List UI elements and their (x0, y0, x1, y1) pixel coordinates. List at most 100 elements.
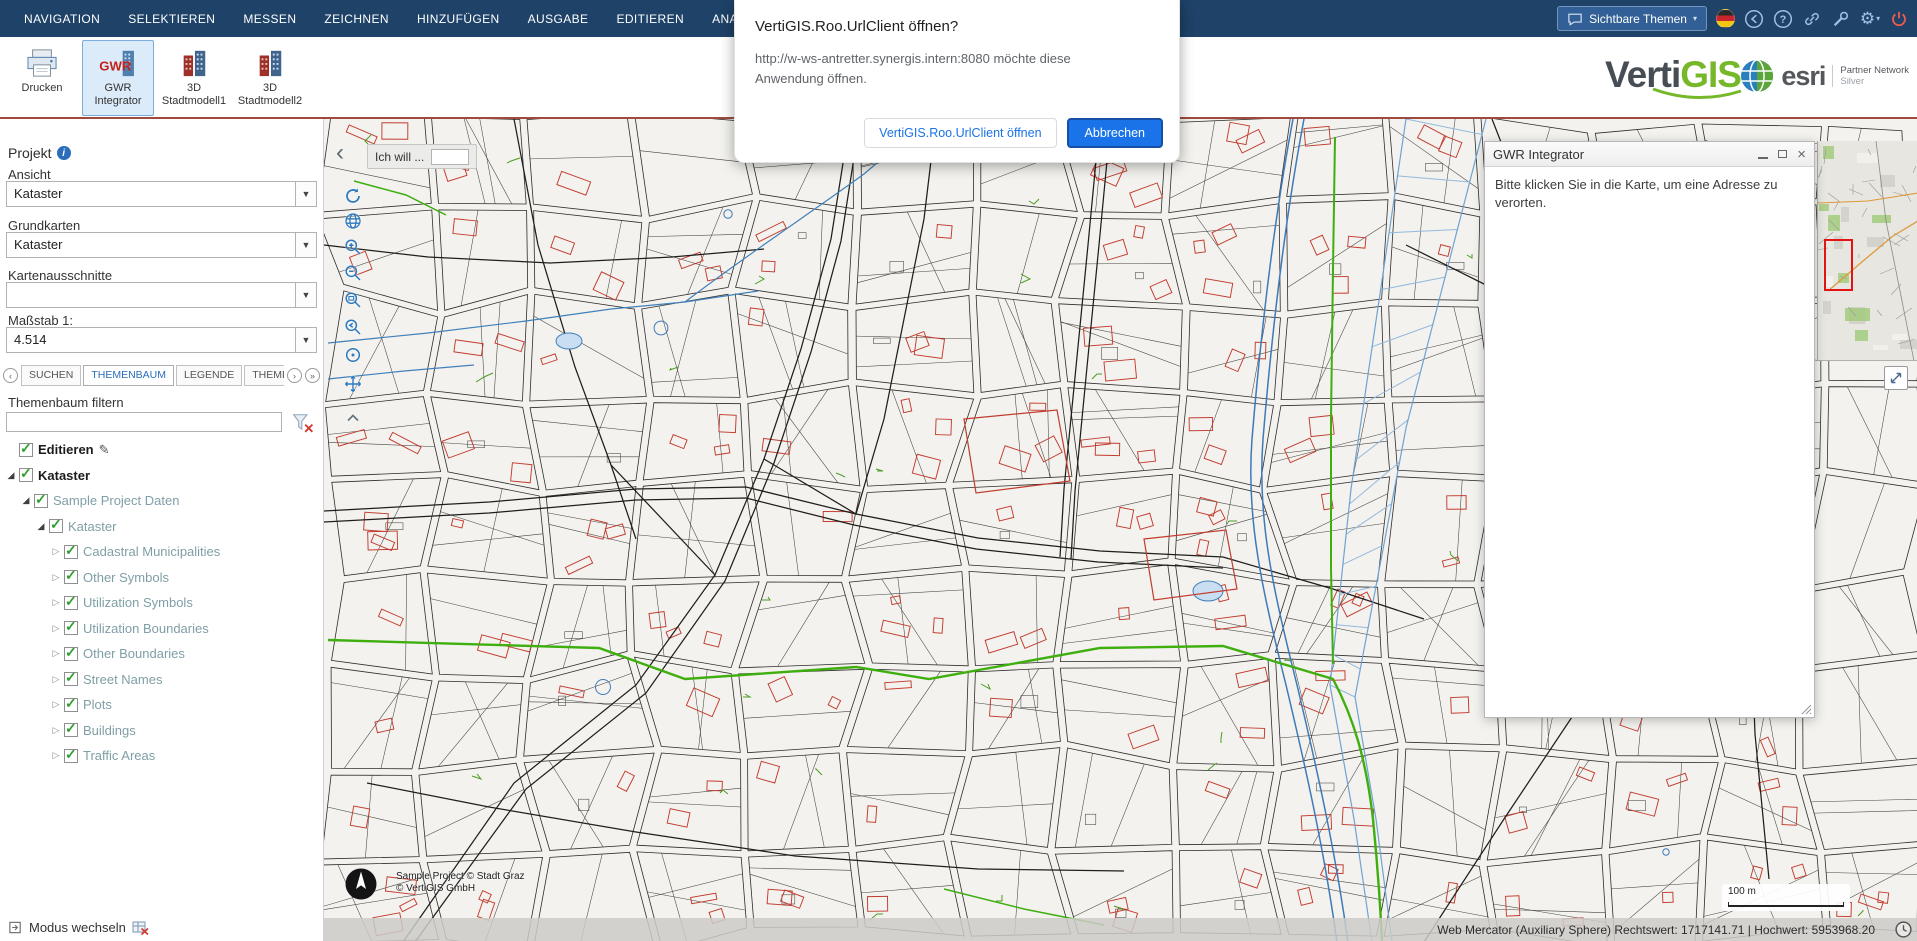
filter-clear-icon[interactable] (292, 413, 314, 433)
tree-item-traffic-areas[interactable]: ▷✓Traffic Areas (0, 743, 323, 769)
mode-switch-label[interactable]: Modus wechseln (29, 920, 126, 935)
tree-item-buildings[interactable]: ▷✓Buildings (0, 718, 323, 744)
ansicht-dropdown[interactable]: Kataster▼ (6, 181, 317, 207)
kartenausschnitte-dropdown[interactable]: ▼ (6, 282, 317, 308)
ribbon-tool-3d-stadtmodell2[interactable]: 3D Stadtmodell2 (234, 40, 306, 116)
tab-themen[interactable]: THEMEN (244, 365, 284, 386)
refresh-icon[interactable] (343, 186, 365, 208)
checkbox-checked-icon[interactable]: ✓ (64, 596, 78, 610)
checkbox-checked-icon[interactable]: ✓ (64, 749, 78, 763)
zoom-in-icon[interactable] (343, 237, 365, 259)
collapse-up-icon[interactable] (343, 408, 365, 430)
resize-grip-icon[interactable] (1800, 703, 1812, 715)
help-icon[interactable]: ? (1773, 9, 1793, 29)
tree-expander-icon[interactable]: ▷ (50, 725, 62, 736)
german-flag-icon[interactable] (1716, 9, 1735, 28)
ribbon-tool-3d-stadtmodell1[interactable]: 3D Stadtmodell1 (158, 40, 230, 116)
tab-overflow-icon[interactable]: » (305, 368, 320, 383)
massstab-dropdown[interactable]: 4.514▼ (6, 327, 317, 353)
checkbox-checked-icon[interactable]: ✓ (64, 570, 78, 584)
ribbon-tool-gwr-integrator[interactable]: GWRGWR Integrator (82, 40, 154, 116)
center-icon[interactable] (343, 345, 365, 367)
info-icon[interactable]: i (57, 146, 71, 160)
compass-north-icon[interactable] (344, 867, 378, 901)
globe-icon[interactable] (343, 211, 365, 233)
edit-icon[interactable]: ✎ (99, 442, 110, 458)
power-icon[interactable] (1889, 9, 1909, 29)
minimize-icon[interactable] (1758, 157, 1768, 159)
zoom-out-icon[interactable] (343, 263, 365, 285)
gwr-panel-titlebar[interactable]: GWR Integrator × (1485, 142, 1814, 167)
themetree-filter-input[interactable] (6, 412, 282, 432)
checkbox-checked-icon[interactable]: ✓ (64, 545, 78, 559)
tree-expander-icon[interactable]: ▷ (50, 623, 62, 634)
tree-item-other-boundaries[interactable]: ▷✓Other Boundaries (0, 641, 323, 667)
checkbox-checked-icon[interactable]: ✓ (34, 494, 48, 508)
tree-item-plots[interactable]: ▷✓Plots (0, 692, 323, 718)
menu-item-zeichnen[interactable]: ZEICHNEN (310, 0, 403, 37)
tree-item-other-symbols[interactable]: ▷✓Other Symbols (0, 565, 323, 591)
tree-expander-icon[interactable]: ▷ (50, 648, 62, 659)
zoom-window-icon[interactable] (343, 290, 365, 312)
menu-item-navigation[interactable]: NAVIGATION (10, 0, 114, 37)
tab-themenbaum[interactable]: THEMENBAUM (83, 365, 174, 386)
tree-item-utilization-symbols[interactable]: ▷✓Utilization Symbols (0, 590, 323, 616)
menu-item-ausgabe[interactable]: AUSGABE (514, 0, 603, 37)
tree-expander-icon[interactable]: ▷ (50, 597, 62, 608)
tab-legende[interactable]: LEGENDE (176, 365, 242, 386)
kartenausschnitte-label: Kartenausschnitte (8, 268, 112, 283)
menu-item-messen[interactable]: MESSEN (229, 0, 310, 37)
checkbox-checked-icon[interactable]: ✓ (19, 468, 33, 482)
checkbox-checked-icon[interactable]: ✓ (64, 672, 78, 686)
ich-will-search[interactable]: Ich will ... (367, 144, 477, 169)
checkbox-checked-icon[interactable]: ✓ (49, 519, 63, 533)
tree-expander-icon[interactable]: ▷ (50, 750, 62, 761)
zoom-previous-icon[interactable] (343, 317, 365, 339)
tree-expander-icon[interactable]: ▷ (50, 546, 62, 557)
back-icon[interactable] (1744, 9, 1764, 29)
tree-item-sample-project-daten[interactable]: ◢✓Sample Project Daten (0, 488, 323, 514)
tree-item-editieren[interactable]: ✓Editieren✎ (0, 437, 323, 463)
tree-expander-icon[interactable]: ▷ (50, 699, 62, 710)
cancel-button[interactable]: Abbrechen (1067, 118, 1163, 148)
tree-expander-icon[interactable]: ◢ (5, 470, 17, 481)
menu-item-selektieren[interactable]: SELEKTIEREN (114, 0, 229, 37)
wrench-icon[interactable] (1831, 9, 1851, 29)
tree-item-street-names[interactable]: ▷✓Street Names (0, 667, 323, 693)
tree-item-kataster[interactable]: ◢✓Kataster (0, 514, 323, 540)
tab-scroll-left-icon[interactable]: ‹ (3, 368, 18, 383)
tree-item-cadastral-municipalities[interactable]: ▷✓Cadastral Municipalities (0, 539, 323, 565)
map-viewport[interactable]: ‹ Ich will ... Sample Project © Stadt Gr… (324, 119, 1917, 941)
menu-item-editieren[interactable]: EDITIEREN (602, 0, 698, 37)
tree-expander-icon[interactable]: ◢ (35, 521, 47, 532)
tab-scroll-right-icon[interactable]: › (287, 368, 302, 383)
menu-item-hinzufügen[interactable]: HINZUFÜGEN (403, 0, 514, 37)
settings-gear-icon[interactable]: ⚙▾ (1860, 9, 1880, 29)
tree-item-kataster[interactable]: ◢✓Kataster (0, 463, 323, 489)
link-icon[interactable] (1802, 9, 1822, 29)
overview-map[interactable] (1817, 141, 1917, 361)
checkbox-checked-icon[interactable]: ✓ (19, 443, 33, 457)
grid-close-icon[interactable] (132, 920, 150, 936)
tree-expander-icon[interactable]: ▷ (50, 572, 62, 583)
ribbon-tool-drucken[interactable]: Drucken (6, 40, 78, 116)
checkbox-checked-icon[interactable]: ✓ (64, 723, 78, 737)
visible-themes-button[interactable]: Sichtbare Themen ▾ (1557, 6, 1707, 31)
tree-expander-icon[interactable]: ▷ (50, 674, 62, 685)
close-icon[interactable]: × (1797, 147, 1806, 162)
tree-expander-icon[interactable]: ◢ (20, 495, 32, 506)
tree-item-utilization-boundaries[interactable]: ▷✓Utilization Boundaries (0, 616, 323, 642)
checkbox-checked-icon[interactable]: ✓ (64, 698, 78, 712)
overview-viewport-rect[interactable] (1824, 239, 1853, 291)
checkbox-checked-icon[interactable]: ✓ (64, 647, 78, 661)
overview-expand-button[interactable] (1884, 366, 1908, 390)
checkbox-checked-icon[interactable]: ✓ (64, 621, 78, 635)
mode-switch-icon[interactable] (8, 920, 23, 935)
history-clock-icon[interactable] (1894, 920, 1913, 939)
restore-icon[interactable] (1778, 150, 1787, 158)
open-urlclient-button[interactable]: VertiGIS.Roo.UrlClient öffnen (864, 118, 1056, 148)
ich-will-input[interactable] (431, 149, 469, 165)
pan-icon[interactable] (343, 374, 365, 396)
tab-suchen[interactable]: SUCHEN (21, 365, 81, 386)
grundkarten-dropdown[interactable]: Kataster▼ (6, 232, 317, 258)
